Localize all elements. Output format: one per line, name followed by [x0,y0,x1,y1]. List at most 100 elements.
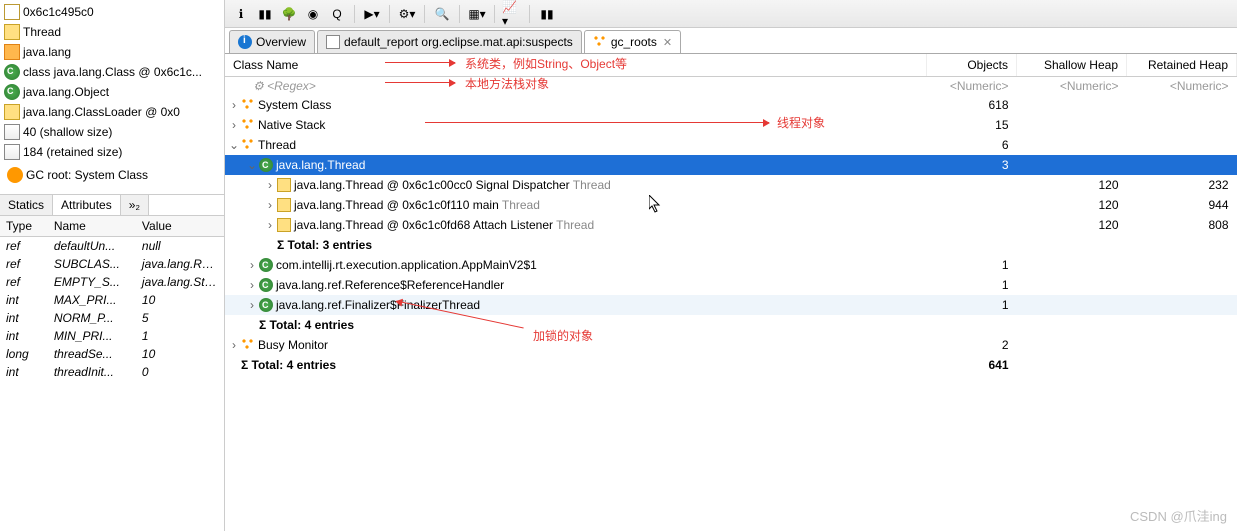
right-panel: ℹ ▮▮ 🌳 ◉ Q ▶▾ ⚙▾ 🔍 ▦▾ 📈▾ ▮▮ Overview defa… [225,0,1237,531]
expand-icon[interactable]: › [229,338,239,352]
gc-icon [241,138,255,152]
tb-run-icon[interactable]: ▶▾ [362,4,382,24]
editor-tabs: Overview default_report org.eclipse.mat.a… [225,28,1237,54]
watermark: CSDN @爪洼ing [1130,506,1227,525]
table-row[interactable]: ›java.lang.ref.Reference$ReferenceHandle… [225,275,1237,295]
gc-icon [241,338,255,352]
ruler-icon [4,144,20,160]
annotation-arrow [425,122,769,123]
table-header-row: Class Name Objects Shallow Heap Retained… [225,54,1237,77]
tab-label: default_report org.eclipse.mat.api:suspe… [344,35,573,49]
tb-compare-icon[interactable]: ▮▮ [537,4,557,24]
tb-histogram-icon[interactable]: ▮▮ [255,4,275,24]
col-name[interactable]: Name [48,216,136,237]
close-icon[interactable]: ✕ [663,36,672,49]
tree-label: java.lang.ClassLoader @ 0x0 [23,105,180,119]
tb-info-icon[interactable]: ℹ [231,4,251,24]
tree-label: Thread [23,25,61,39]
separator [354,5,355,23]
tb-chart-icon[interactable]: 📈▾ [502,4,522,24]
col-shallow[interactable]: Shallow Heap [1017,54,1127,77]
table-row[interactable]: ›Busy Monitor2 [225,335,1237,355]
obj-icon [277,218,291,232]
row-label: Native Stack [258,118,325,132]
obj-icon [4,24,20,40]
table-row[interactable]: Σ Total: 3 entries [225,235,1237,255]
tb-table-icon[interactable]: ▦▾ [467,4,487,24]
main-table-area: Class Name Objects Shallow Heap Retained… [225,54,1237,531]
tb-dominator-icon[interactable]: ◉ [303,4,323,24]
attr-row[interactable]: refdefaultUn...null [0,237,224,256]
table-row[interactable]: ›Native Stack15 [225,115,1237,135]
expand-icon[interactable]: › [265,218,275,232]
col-classname[interactable]: Class Name [225,54,927,77]
tb-tree-icon[interactable]: 🌳 [279,4,299,24]
tree-node[interactable]: java.lang.Object [4,82,220,102]
table-row[interactable]: ›java.lang.Thread @ 0x6c1c0fd68 Attach L… [225,215,1237,235]
separator [494,5,495,23]
expand-icon[interactable]: › [247,258,257,272]
tree-node[interactable]: 184 (retained size) [4,142,220,162]
tb-search-icon[interactable]: 🔍 [432,4,452,24]
row-suffix: Thread [573,178,611,192]
table-row[interactable]: Σ Total: 4 entries641 [225,355,1237,375]
expand-icon[interactable]: › [229,98,239,112]
filter-row[interactable]: ⚙ <Regex> <Numeric> <Numeric> <Numeric> [225,77,1237,96]
col-retained[interactable]: Retained Heap [1127,54,1237,77]
row-label: java.lang.Thread [276,158,365,172]
attr-row[interactable]: longthreadSe...10 [0,345,224,363]
tree-label: 0x6c1c495c0 [23,5,94,19]
tree-node[interactable]: java.lang [4,42,220,62]
tab-statics[interactable]: Statics [0,195,53,215]
expand-icon[interactable]: ⌄ [229,138,239,152]
tree-label: GC root: System Class [26,168,148,182]
expand-icon[interactable]: ⌄ [247,158,257,172]
col-type[interactable]: Type [0,216,48,237]
tb-query-icon[interactable]: ⚙▾ [397,4,417,24]
annotation-arrow [385,82,455,83]
table-row[interactable]: ›java.lang.Thread @ 0x6c1c00cc0 Signal D… [225,175,1237,195]
table-row[interactable]: Σ Total: 4 entries [225,315,1237,335]
col-objects[interactable]: Objects [927,54,1017,77]
tree-node[interactable]: java.lang.ClassLoader @ 0x0 [4,102,220,122]
editor-tab[interactable]: default_report org.eclipse.mat.api:suspe… [317,30,582,53]
attr-row[interactable]: refEMPTY_S...java.lang.Stac... [0,273,224,291]
editor-tab[interactable]: gc_roots ✕ [584,30,681,53]
table-row[interactable]: › java.lang.Thread @ 0x6c1c0f110 main Thr… [225,195,1237,215]
tree-node[interactable]: GC root: System Class [4,162,220,188]
row-label: java.lang.Thread @ 0x6c1c0f110 main [294,198,502,212]
table-row[interactable]: ›com.intellij.rt.execution.application.A… [225,255,1237,275]
class-icon [4,64,20,80]
tab-attributes[interactable]: Attributes [53,195,121,215]
table-row[interactable]: ›System Class618 [225,95,1237,115]
row-label: Σ Total: 3 entries [277,238,372,252]
row-suffix: Thread [502,198,540,212]
attr-row[interactable]: intthreadInit...0 [0,363,224,381]
expand-icon[interactable]: › [229,118,239,132]
tree-node[interactable]: Thread [4,22,220,42]
attr-row[interactable]: intMAX_PRI...10 [0,291,224,309]
tree-node[interactable]: 40 (shallow size) [4,122,220,142]
tree-node[interactable]: 0x6c1c495c0 [4,2,220,22]
regex-icon: ⚙ [253,79,264,93]
class-icon [259,258,273,272]
table-row[interactable]: ›java.lang.ref.Finalizer$FinalizerThread… [225,295,1237,315]
expand-icon[interactable]: › [265,198,275,212]
table-row[interactable]: ⌄java.lang.Thread3 [225,155,1237,175]
row-label: Busy Monitor [258,338,328,352]
editor-tab[interactable]: Overview [229,30,315,53]
expand-icon[interactable]: › [265,178,275,192]
tab-overflow[interactable]: »₂ [121,195,149,215]
expand-icon[interactable]: › [247,278,257,292]
table-row[interactable]: ⌄Thread6 [225,135,1237,155]
tab-label: gc_roots [611,35,657,49]
tb-oql-icon[interactable]: Q [327,4,347,24]
tree-label: 40 (shallow size) [23,125,112,139]
col-value[interactable]: Value [136,216,224,237]
attr-row[interactable]: refSUBCLAS...java.lang.Run... [0,255,224,273]
attr-row[interactable]: intNORM_P...5 [0,309,224,327]
attr-row[interactable]: intMIN_PRI...1 [0,327,224,345]
toolbar: ℹ ▮▮ 🌳 ◉ Q ▶▾ ⚙▾ 🔍 ▦▾ 📈▾ ▮▮ [225,0,1237,28]
tree-node[interactable]: class java.lang.Class @ 0x6c1c... [4,62,220,82]
expand-icon[interactable]: › [247,298,257,312]
